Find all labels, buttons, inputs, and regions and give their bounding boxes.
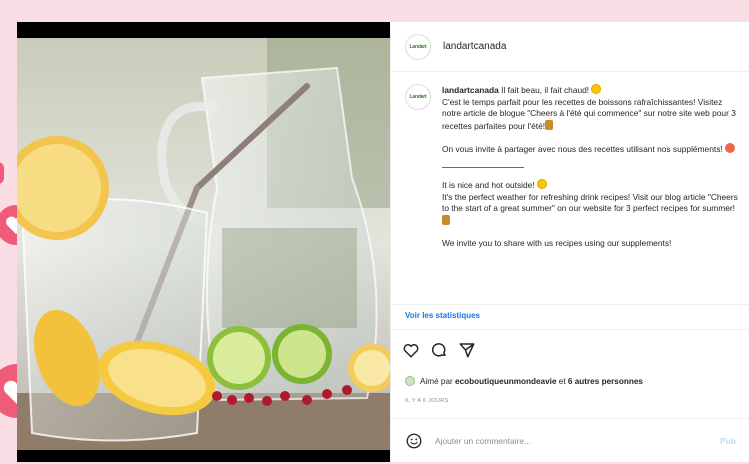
action-bar bbox=[401, 340, 477, 360]
caption-fr-2: On vous invite à partager avec nous des … bbox=[442, 144, 726, 155]
cheers-emoji-icon-2 bbox=[442, 214, 450, 225]
post-date: IL Y A 6 JOURS bbox=[405, 398, 449, 404]
post-media[interactable] bbox=[17, 22, 390, 462]
liker-avatar[interactable] bbox=[405, 376, 415, 386]
publish-button[interactable]: Pub bbox=[720, 436, 736, 446]
caption-text: landartcanada Il fait beau, il fait chau… bbox=[442, 84, 738, 304]
header-username[interactable]: landartcanada bbox=[443, 41, 506, 52]
caption-avatar[interactable]: Landart bbox=[405, 84, 431, 110]
caption-en-3: We invite you to share with us recipes u… bbox=[442, 238, 672, 249]
smiley-icon[interactable] bbox=[405, 432, 423, 450]
likes-prefix: Aimé par bbox=[420, 376, 456, 386]
sun-emoji-icon bbox=[591, 84, 602, 94]
caption-en-2: It's the perfect weather for refreshing … bbox=[442, 191, 738, 214]
post-modal: Landart landartcanada Landart landartcan… bbox=[17, 22, 749, 462]
post-photo bbox=[17, 38, 390, 450]
sun-emoji-icon-2 bbox=[536, 178, 547, 189]
comment-input[interactable] bbox=[435, 435, 721, 446]
view-insights-link[interactable]: Voir les statistiques bbox=[391, 304, 749, 330]
likes-others[interactable]: 6 autres personnes bbox=[568, 377, 643, 386]
paper-plane-icon[interactable] bbox=[457, 340, 477, 360]
likes-summary: Aimé par ecoboutiqueunmondeavie et 6 aut… bbox=[405, 376, 643, 386]
cheers-emoji-icon bbox=[545, 119, 554, 130]
caption-avatar-logo-text: Landart bbox=[409, 94, 427, 100]
caption-en-1: It is nice and hot outside! bbox=[442, 179, 537, 190]
avatar-logo-text: Landart bbox=[409, 43, 427, 50]
caption-separator bbox=[442, 166, 524, 168]
comment-bubble-icon[interactable] bbox=[429, 340, 449, 360]
caption-fr-1: C'est le temps parfait pour les recettes… bbox=[442, 96, 736, 131]
decor-dot bbox=[0, 162, 4, 184]
post-details: Landart landartcanada Landart landartcan… bbox=[390, 22, 749, 462]
likes-user[interactable]: ecoboutiqueunmondeavie bbox=[455, 377, 556, 386]
post-caption: Landart landartcanada Il fait beau, il f… bbox=[391, 72, 749, 304]
post-header: Landart landartcanada bbox=[391, 22, 749, 72]
likes-middle: et bbox=[556, 376, 568, 386]
comment-bar: Pub bbox=[391, 418, 749, 462]
avatar[interactable]: Landart bbox=[405, 33, 431, 60]
caption-intro: Il fait beau, il fait chaud! bbox=[498, 85, 592, 95]
caption-username[interactable]: landartcanada bbox=[442, 85, 499, 95]
face-emoji-icon bbox=[725, 143, 736, 154]
heart-outline-icon[interactable] bbox=[401, 340, 421, 360]
